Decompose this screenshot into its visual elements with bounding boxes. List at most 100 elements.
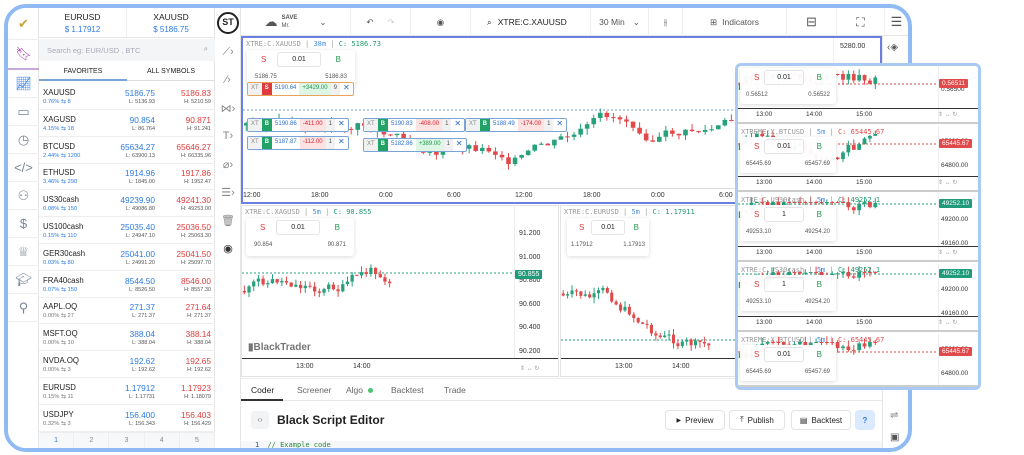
symbol-search[interactable]: ⌕ XTRE:C.XAUUSD	[471, 8, 591, 36]
tab-coder[interactable]: Coder	[251, 385, 274, 395]
sell-button[interactable]: S	[579, 223, 584, 232]
axis-controls-icon[interactable]: ⇕ ↔ ↻	[520, 365, 539, 372]
quantity-input[interactable]: 0.01	[764, 70, 804, 85]
sell-button[interactable]: S	[754, 280, 759, 289]
redo-icon[interactable]: ↷	[388, 17, 395, 28]
briefcase-icon[interactable]: ▭	[8, 98, 39, 126]
sell-button[interactable]: S	[754, 210, 759, 219]
mini-chart[interactable]: S 0.01 B 0.56512 0.56522 0.56500 0.56511 13:00 1…	[738, 66, 978, 124]
eye-icon[interactable]: ◉	[215, 242, 241, 255]
buy-button[interactable]: B	[336, 55, 341, 64]
tab-all-symbols[interactable]: ALL SYMBOLS	[127, 64, 215, 81]
watchlist-row[interactable]: US100cash 0.15% ⇆ 110 25035.40 25036.50 L: 2…	[39, 217, 215, 244]
dollar-icon[interactable]: $	[8, 210, 39, 238]
header-ticker[interactable]: EURUSD $ 1.17912	[39, 8, 127, 38]
profile-avatar[interactable]: ST	[217, 12, 239, 34]
page-button[interactable]: 1	[39, 433, 75, 448]
quantity-input[interactable]: 0.01	[276, 220, 320, 235]
xagusd-chart[interactable]: XTRE:C.XAGUSD | 5m | C: 90.855 S 0.01 B 90…	[241, 205, 559, 377]
position-label[interactable]: XT B 5190.83 -408.00 1 ✕	[363, 118, 466, 132]
buy-button[interactable]: B	[817, 280, 822, 289]
tab-favorites[interactable]: FAVORITES	[39, 64, 127, 81]
watchlist-row[interactable]: FRA40cash 0.07% ⇆ 150 8544.50 8546.00 L: 852…	[39, 271, 215, 298]
tab-backtest[interactable]: Backtest	[391, 385, 424, 395]
sell-button[interactable]: S	[260, 223, 265, 232]
position-label[interactable]: XT B 5188.49 -174.00 1 ✕	[465, 118, 568, 132]
axis-controls-icon[interactable]: ⇕ ↔ ↻	[938, 179, 957, 186]
page-button[interactable]: 4	[145, 433, 180, 448]
text-tool-icon[interactable]: T›	[215, 130, 241, 142]
quantity-input[interactable]: 1	[764, 207, 804, 222]
position-label[interactable]: XT S 5190.64 +3429.00 9 ✕	[247, 82, 354, 96]
mini-chart[interactable]: XTRE:C.US30cash | 5m | C: 49252.1 S 1 B 4925…	[738, 194, 978, 262]
mini-chart[interactable]: XTRE:C.US30cash | 5m | C: 49252.1 S 1 B 4925…	[738, 264, 978, 332]
sell-button[interactable]: S	[754, 73, 759, 82]
quantity-input[interactable]: 0.01	[764, 347, 804, 362]
menu-button[interactable]: ☰	[885, 8, 908, 36]
layers-icon[interactable]: ‹◈	[887, 42, 898, 53]
quantity-input[interactable]: 0.01	[764, 139, 804, 154]
tab-trade[interactable]: Trade	[444, 385, 466, 395]
sell-button[interactable]: S	[754, 142, 759, 151]
symbol-search-input[interactable]: Search eg: EUR/USD , BTC ⌕	[39, 39, 215, 61]
code-icon[interactable]: </>	[8, 154, 39, 182]
buy-button[interactable]: B	[817, 350, 822, 359]
mini-chart[interactable]: XTREME:X.BTCUSD | 5m | C: 65445.67 S 0.01 B…	[738, 126, 978, 192]
code-editor[interactable]: 1 // Example code	[241, 441, 882, 448]
bookmark-icon[interactable]: 🔖︎	[8, 40, 39, 70]
close-position-icon[interactable]: ✕	[453, 139, 466, 151]
page-button[interactable]: 5	[180, 433, 216, 448]
line-tool-icon[interactable]: ⁄›	[215, 74, 241, 86]
education-icon[interactable]: 🎓︎	[8, 266, 39, 294]
quantity-input[interactable]: 0.01	[591, 220, 625, 235]
buy-button[interactable]: B	[634, 223, 639, 232]
buy-button[interactable]: B	[817, 210, 822, 219]
position-label[interactable]: XT B 5182.86 +389.00 1 ✕	[363, 138, 467, 152]
sell-button[interactable]: S	[754, 350, 759, 359]
watchlist-row[interactable]: EURUSD 0.15% ⇆ 11 1.17912 1.17923 L: 1.17731…	[39, 378, 215, 405]
watchlist-row[interactable]: GER30cash 0.03% ⇆ 80 25041.00 25041.50 L: 24…	[39, 244, 215, 271]
buy-button[interactable]: B	[335, 223, 340, 232]
help-button[interactable]: ?	[855, 410, 875, 430]
publish-button[interactable]: ⤒ Publish	[729, 410, 785, 430]
close-position-icon[interactable]: ✕	[340, 83, 353, 95]
mini-chart[interactable]: XTREME:X.BTCUSD | 5m | C: 65445.67 S 0.01 B…	[738, 334, 978, 387]
buy-button[interactable]: B	[817, 73, 822, 82]
crown-icon[interactable]: ♕	[8, 238, 39, 266]
measure-tool-icon[interactable]: ⌀›	[215, 158, 241, 171]
watchlist-row[interactable]: AAPL.OQ 0.00% ⇆ 27 271.37 271.64 L: 271.37 H:…	[39, 297, 215, 325]
watchlist-row[interactable]: XAUUSD 0.76% ⇆ 8 5186.75 5186.83 L: 5136.93 H…	[39, 83, 215, 110]
quantity-input[interactable]: 1	[764, 277, 804, 292]
axis-controls-icon[interactable]: ⇕ ↔ ↻	[938, 249, 957, 256]
axis-controls-icon[interactable]: ⇕ ↔ ↻	[938, 319, 957, 326]
chevron-down-icon[interactable]: ⌄	[319, 17, 326, 28]
watchlist-row[interactable]: BTCUSD 2.44% ⇆ 1200 65634.27 65646.27 L: 639…	[39, 137, 215, 164]
buy-button[interactable]: B	[817, 142, 822, 151]
axis-controls-icon[interactable]: ⇕ ↔ ↻	[938, 111, 957, 118]
watchlist-row[interactable]: ETHUSD 3.46% ⇆ 290 1914.96 1917.86 L: 1845.0…	[39, 163, 215, 191]
users-icon[interactable]: ⚇	[8, 182, 39, 210]
tab-screener[interactable]: Screener	[297, 385, 332, 395]
layout-button[interactable]: ⊟	[787, 8, 837, 36]
visibility-button[interactable]: ◉	[411, 8, 471, 36]
pattern-tool-icon[interactable]: ⋈›	[215, 102, 241, 115]
history-icon[interactable]: ◷	[8, 126, 39, 154]
eurusd-chart[interactable]: XTRE:C.EURUSD | 5m | C: 1.17911 S 0.01 B 1…	[560, 205, 750, 377]
fib-tool-icon[interactable]: ☰›	[215, 186, 241, 199]
watchlist-row[interactable]: MSFT.OQ 0.00% ⇆ 10 388.04 388.14 L: 388.04 H:…	[39, 324, 215, 352]
indicators-button[interactable]: ⊞ Indicators	[683, 8, 787, 36]
trash-icon[interactable]: 🗑︎	[215, 214, 241, 227]
undo-icon[interactable]: ↶	[366, 17, 373, 28]
chart-icon[interactable]: 📈︎	[8, 70, 39, 98]
preview-button[interactable]: ▶ Preview	[665, 410, 725, 430]
backtest-button[interactable]: ▤ Backtest	[791, 410, 851, 430]
sell-button[interactable]: S	[261, 55, 266, 64]
support-agent-icon[interactable]: ⚲	[8, 294, 39, 322]
sliders-icon[interactable]: ⇌	[890, 410, 898, 421]
watchlist-row[interactable]: XAGUSD 4.15% ⇆ 18 90.854 90.871 L: 86.764 H: …	[39, 110, 215, 137]
watchlist-row[interactable]: NVDA.OQ 0.00% ⇆ 3 192.62 192.65 L: 192.62 H: …	[39, 351, 215, 378]
position-label[interactable]: XT B 5190.86 -411.00 1 ✕	[247, 118, 349, 132]
trend-line-tool-icon[interactable]: ⟋›	[215, 46, 241, 59]
tab-algo[interactable]: Algo	[346, 385, 363, 395]
close-position-icon[interactable]: ✕	[451, 119, 464, 131]
